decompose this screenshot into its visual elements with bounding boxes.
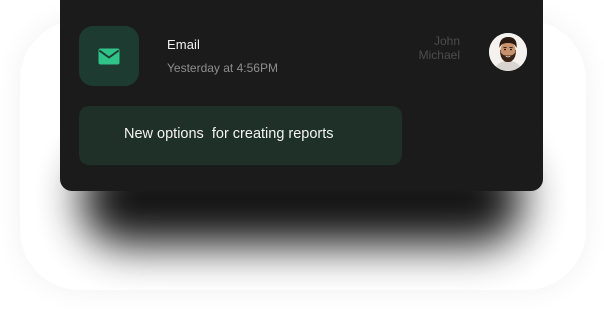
notification-timestamp: Yesterday at 4:56PM (167, 61, 278, 75)
sender-first-name: John (433, 34, 460, 48)
mail-icon (98, 48, 120, 64)
notification-stage: Email Yesterday at 4:56PM John Michael N… (0, 0, 604, 313)
app-name: Email (167, 37, 201, 52)
notification-card[interactable]: Email Yesterday at 4:56PM John Michael N… (60, 0, 543, 191)
message-preview[interactable]: New options for creating reports (79, 106, 402, 165)
avatar[interactable] (489, 33, 527, 71)
sender-name: John Michael (390, 34, 460, 62)
app-tile (79, 26, 139, 86)
sender-last-name: Michael (418, 48, 460, 62)
user-avatar (489, 33, 527, 71)
message-text: New options for creating reports (124, 126, 334, 142)
